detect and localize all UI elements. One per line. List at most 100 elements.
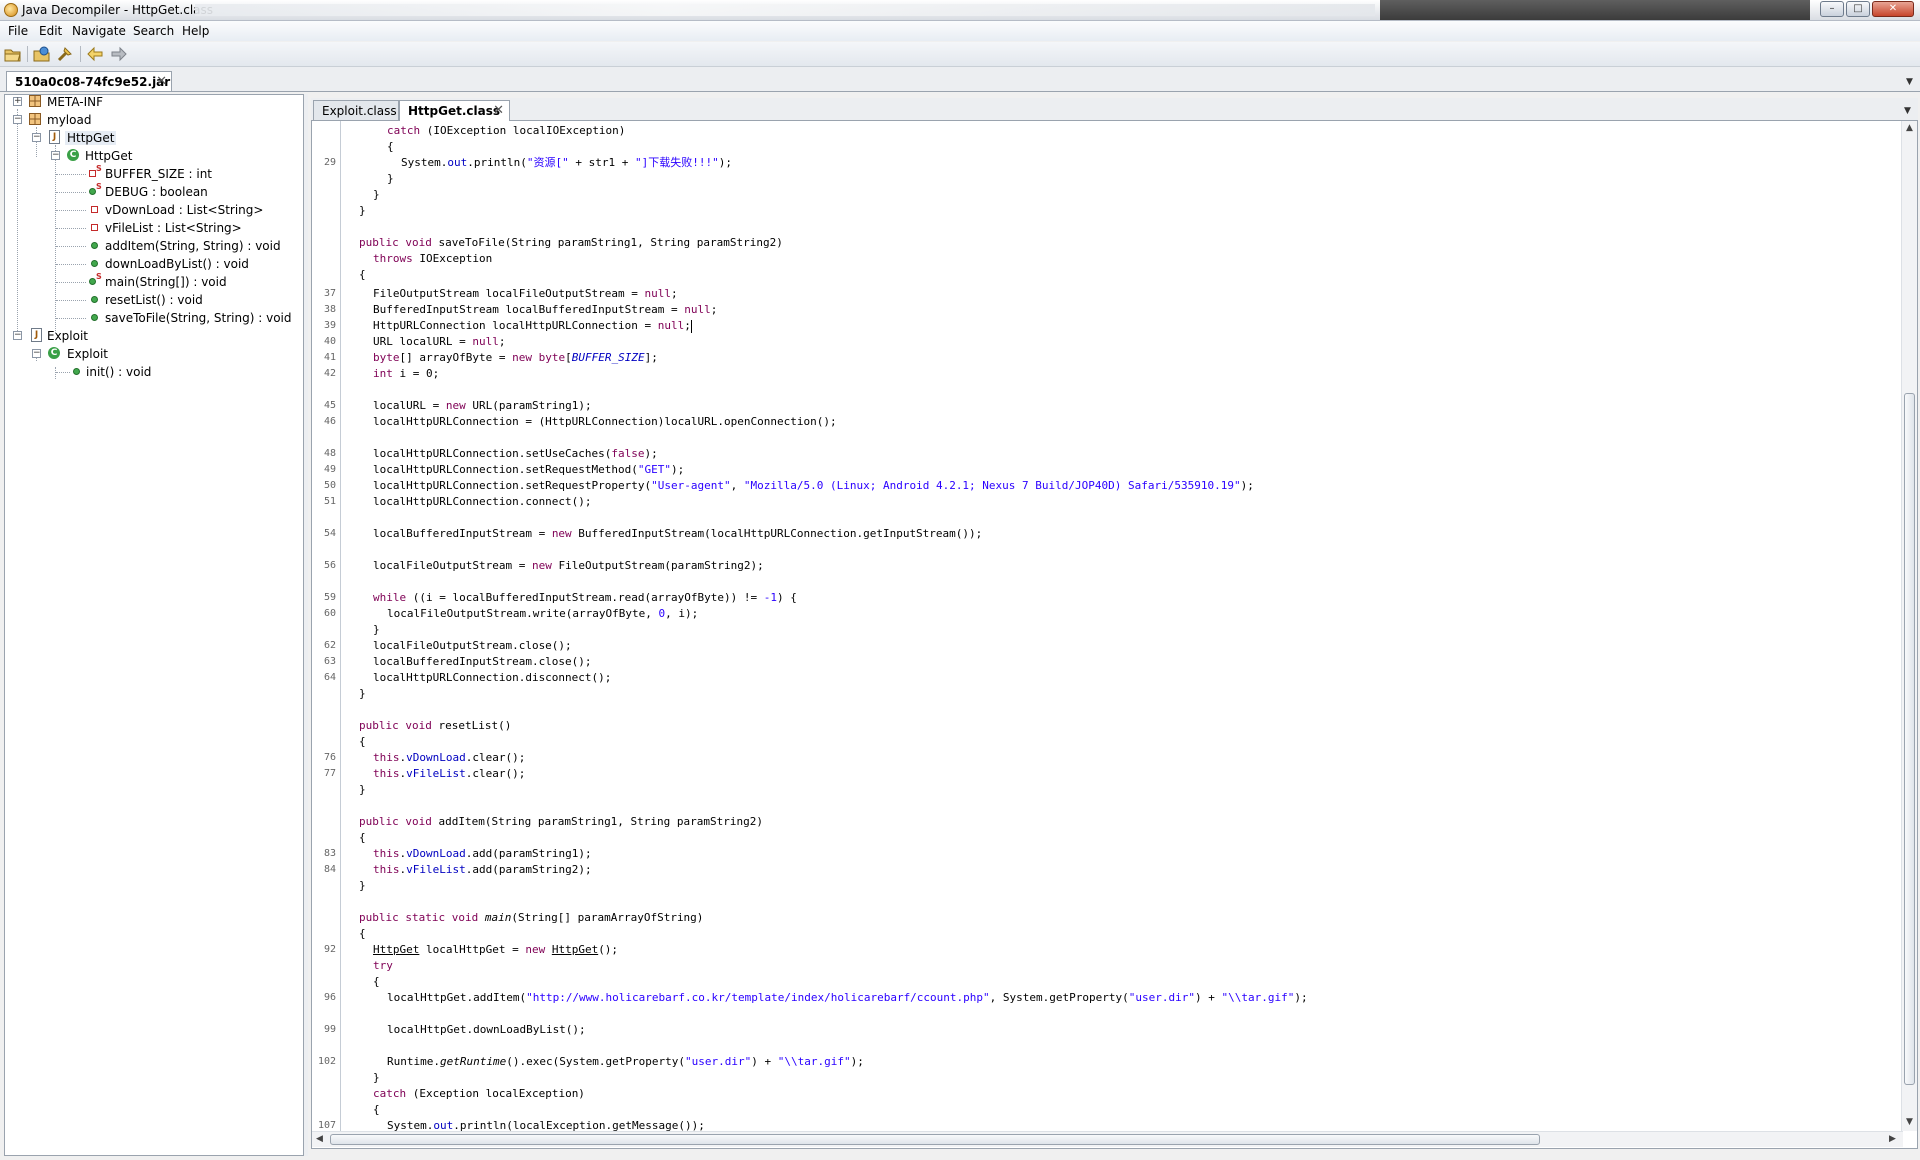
- scroll-down-icon[interactable]: ▼: [1906, 1117, 1913, 1127]
- tree-node-myload[interactable]: − myload: [5, 111, 301, 129]
- line-number-gutter: [312, 121, 341, 1131]
- method-icon: [89, 278, 96, 285]
- code-line: }: [359, 783, 366, 796]
- line-number: 56: [323, 560, 336, 571]
- tree-guide-line: [56, 192, 86, 193]
- tree-node-exploit-class[interactable]: − C Exploit: [5, 345, 301, 363]
- toolbar-separator: [27, 46, 28, 62]
- tree-node-label: META-INF: [47, 95, 104, 109]
- tab-httpget-class[interactable]: HttpGet.class ✕: [399, 100, 510, 121]
- menu-edit[interactable]: Edit: [39, 24, 62, 38]
- scroll-up-icon[interactable]: ▲: [1906, 123, 1913, 133]
- class-tree-panel: + META-INF − myload − J HttpGet − C Http…: [4, 94, 304, 1156]
- line-number: 60: [323, 608, 336, 619]
- tree-guide-line: [56, 246, 86, 247]
- class-file-icon: J: [31, 328, 42, 342]
- panel-splitter[interactable]: [304, 94, 308, 1156]
- tree-node-httpget-file[interactable]: − J HttpGet: [5, 129, 301, 147]
- code-line: localHttpURLConnection.setUseCaches(fals…: [373, 447, 658, 460]
- code-line: URL localURL = null;: [373, 335, 506, 348]
- method-icon: [73, 368, 80, 375]
- tab-exploit-class[interactable]: Exploit.class: [313, 100, 399, 120]
- tree-node-member[interactable]: vDownLoad : List<String>: [5, 201, 301, 219]
- tree-node-member[interactable]: S BUFFER_SIZE : int: [5, 164, 301, 183]
- line-number: 84: [323, 864, 336, 875]
- text-caret: [690, 319, 692, 333]
- close-window-button[interactable]: ✕: [1872, 1, 1914, 17]
- open-file-icon[interactable]: [4, 45, 22, 63]
- line-number: 83: [323, 848, 336, 859]
- method-icon: [91, 314, 98, 321]
- line-number: 42: [323, 368, 336, 379]
- code-line: catch (Exception localException): [373, 1087, 585, 1100]
- open-type-icon[interactable]: [33, 45, 51, 63]
- chevron-down-icon[interactable]: ▼: [1906, 77, 1913, 87]
- title-bar: Java Decompiler - HttpGet.class – □ ✕: [0, 0, 1920, 21]
- tree-node-label: Exploit: [67, 347, 109, 361]
- menu-search[interactable]: Search: [133, 24, 174, 38]
- code-line: byte[] arrayOfByte = new byte[BUFFER_SIZ…: [373, 351, 658, 364]
- scroll-left-icon[interactable]: ◀: [316, 1134, 323, 1144]
- field-icon: [89, 188, 96, 195]
- tab-label: HttpGet.class: [408, 104, 500, 118]
- tree-node-member[interactable]: saveToFile(String, String) : void: [5, 309, 301, 327]
- code-editor[interactable]: 29 37 38 39 40 41 42 45 46 48 49 50 51 5…: [311, 121, 1918, 1149]
- chevron-down-icon[interactable]: ▼: [1904, 106, 1911, 116]
- code-line: catch (IOException localIOException): [387, 124, 626, 137]
- code-line: Runtime.getRuntime().exec(System.getProp…: [387, 1055, 864, 1068]
- code-line: {: [373, 1103, 380, 1116]
- close-icon[interactable]: ✕: [493, 103, 504, 118]
- line-number: 51: [323, 496, 336, 507]
- close-icon[interactable]: ✕: [156, 74, 167, 89]
- code-line: localHttpURLConnection.connect();: [373, 495, 592, 508]
- tree-node-exploit-file[interactable]: − J Exploit: [5, 327, 301, 345]
- maximize-button[interactable]: □: [1846, 1, 1870, 17]
- code-line: }: [359, 687, 366, 700]
- line-number: 102: [317, 1056, 336, 1067]
- expand-icon[interactable]: +: [13, 97, 22, 106]
- menu-help[interactable]: Help: [182, 24, 209, 38]
- collapse-icon[interactable]: −: [51, 151, 60, 160]
- vertical-scroll-thumb[interactable]: [1904, 393, 1915, 1085]
- collapse-icon[interactable]: −: [32, 349, 41, 358]
- class-file-icon: J: [49, 130, 60, 144]
- collapse-icon[interactable]: −: [32, 133, 41, 142]
- code-line: while ((i = localBufferedInputStream.rea…: [373, 591, 797, 604]
- forward-arrow-icon[interactable]: [110, 45, 128, 63]
- code-line: localHttpGet.addItem("http://www.holicar…: [387, 991, 1308, 1004]
- tree-node-member[interactable]: downLoadByList() : void: [5, 255, 301, 273]
- menu-bar: File Edit Navigate Search Help: [0, 21, 1920, 41]
- tree-node-member[interactable]: resetList() : void: [5, 291, 301, 309]
- back-arrow-icon[interactable]: [86, 45, 104, 63]
- tree-node-member[interactable]: addItem(String, String) : void: [5, 237, 301, 255]
- tree-node-member[interactable]: vFileList : List<String>: [5, 219, 301, 237]
- search-icon[interactable]: [56, 45, 74, 63]
- line-number: 62: [323, 640, 336, 651]
- vertical-scrollbar[interactable]: ▲ ▼: [1901, 121, 1917, 1131]
- line-number: 38: [323, 304, 336, 315]
- menu-navigate[interactable]: Navigate: [72, 24, 126, 38]
- tree-node-label: vDownLoad : List<String>: [105, 203, 264, 217]
- tree-node-member[interactable]: S main(String[]) : void: [5, 272, 301, 291]
- menu-file[interactable]: File: [8, 24, 28, 38]
- line-number: 49: [323, 464, 336, 475]
- tree-node-member[interactable]: init() : void: [5, 363, 301, 381]
- tree-node-member[interactable]: S DEBUG : boolean: [5, 182, 301, 201]
- line-number: 59: [323, 592, 336, 603]
- code-line: }: [359, 879, 366, 892]
- code-line: localHttpURLConnection.setRequestMethod(…: [373, 463, 685, 476]
- title-bar-background: [195, 4, 1375, 16]
- minimize-button[interactable]: –: [1820, 1, 1844, 17]
- collapse-icon[interactable]: −: [13, 331, 22, 340]
- jar-tab[interactable]: 510a0c08-74fc9e52.jar ✕: [6, 71, 172, 91]
- collapse-icon[interactable]: −: [13, 115, 22, 124]
- scroll-right-icon[interactable]: ▶: [1889, 1134, 1896, 1144]
- tree-node-httpget-class[interactable]: − C HttpGet: [5, 147, 301, 165]
- code-line: localFileOutputStream.close();: [373, 639, 572, 652]
- tree-node-label: myload: [47, 113, 92, 127]
- tree-node-label: saveToFile(String, String) : void: [105, 311, 292, 325]
- horizontal-scroll-thumb[interactable]: [330, 1134, 1540, 1145]
- tree-node-meta-inf[interactable]: + META-INF: [5, 93, 301, 111]
- java-decompiler-app-icon[interactable]: [4, 3, 18, 17]
- horizontal-scrollbar[interactable]: ◀ ▶: [312, 1131, 1903, 1147]
